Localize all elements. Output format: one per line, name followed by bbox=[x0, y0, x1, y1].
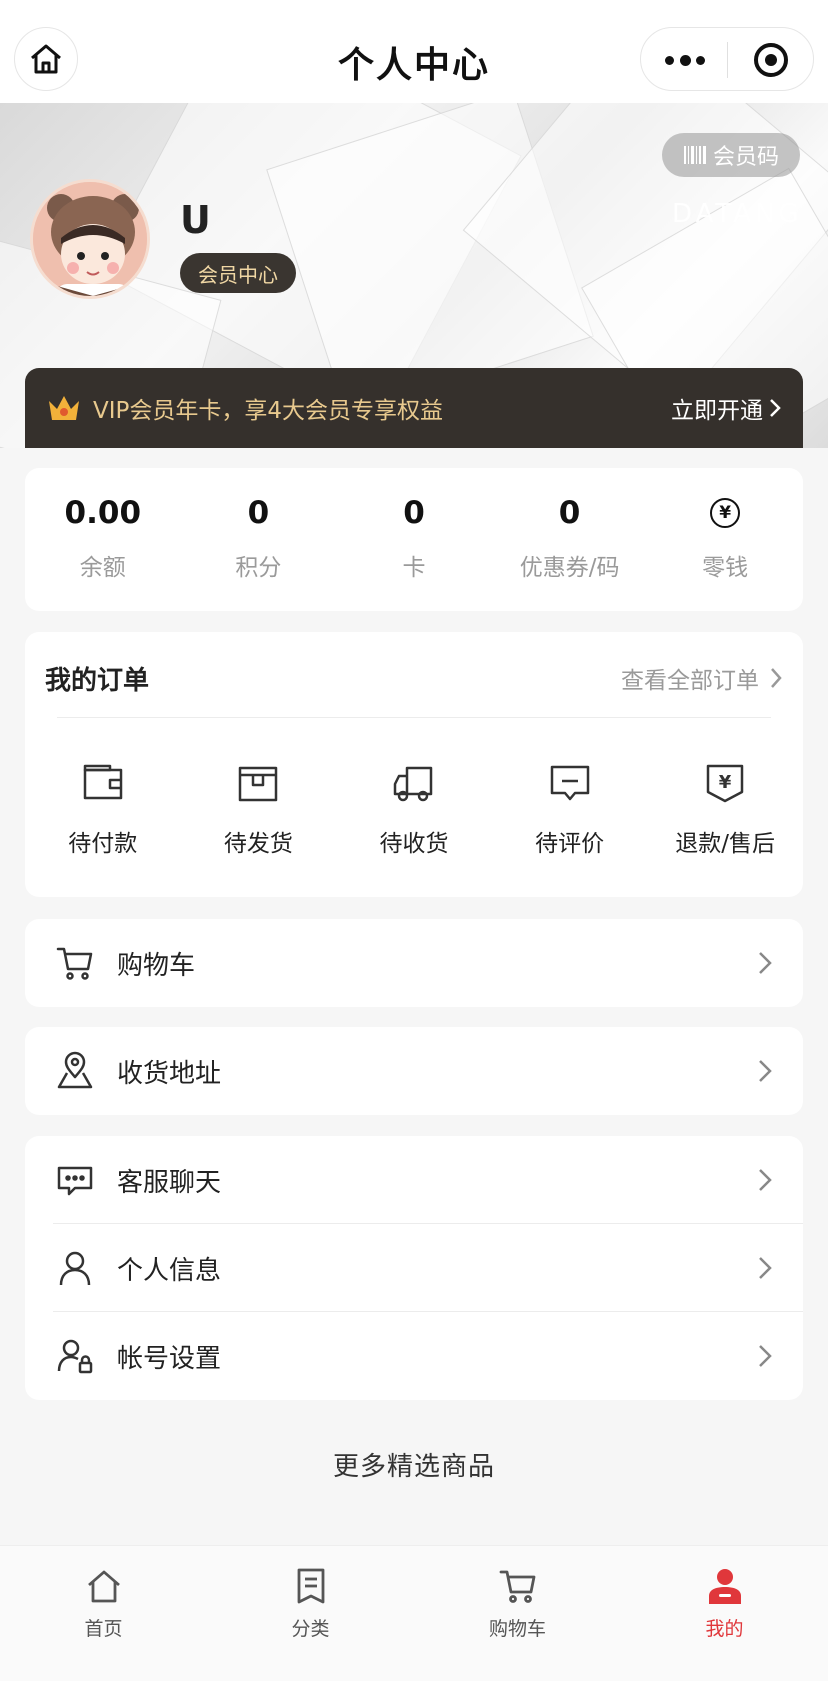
tab-category[interactable]: 分类 bbox=[207, 1546, 414, 1681]
tab-label: 我的 bbox=[705, 1618, 744, 1640]
menu-label: 个人信息 bbox=[117, 1255, 222, 1286]
barcode-icon bbox=[683, 146, 706, 164]
crown-icon bbox=[49, 396, 79, 420]
settings-card: 客服聊天 个人信息 帐号设置 bbox=[25, 1136, 803, 1400]
stat-label: 余额 bbox=[79, 555, 126, 581]
tab-cart[interactable]: 购物车 bbox=[414, 1546, 621, 1681]
cart-card: 购物车 bbox=[25, 919, 803, 1007]
more-goods-heading: 更多精选商品 bbox=[332, 1452, 495, 1482]
stat-label: 卡 bbox=[402, 555, 426, 581]
member-center-badge[interactable]: 会员中心 bbox=[180, 253, 296, 293]
svg-text:¥: ¥ bbox=[719, 772, 732, 793]
tab-bar: 首页 分类 购物车 我的 bbox=[0, 1545, 828, 1681]
menu-item-cart[interactable]: 购物车 bbox=[25, 919, 803, 1007]
chat-icon bbox=[57, 1166, 93, 1196]
order-refund[interactable]: ¥ 退款/售后 bbox=[647, 760, 803, 858]
order-pending-review[interactable]: 待评价 bbox=[492, 760, 648, 858]
member-code-button[interactable]: 会员码 bbox=[662, 133, 800, 177]
order-label: 待付款 bbox=[68, 831, 138, 857]
category-icon bbox=[297, 1568, 324, 1604]
stat-value: 0 bbox=[558, 495, 581, 531]
tab-label: 购物车 bbox=[488, 1618, 546, 1640]
truck-icon bbox=[393, 766, 433, 802]
more-dots-icon[interactable] bbox=[665, 50, 705, 70]
stat-label: 优惠券/码 bbox=[519, 555, 620, 581]
box-icon bbox=[239, 766, 278, 802]
chevron-right-icon bbox=[771, 668, 782, 688]
stat-value: ¥ bbox=[710, 494, 741, 532]
chevron-right-icon bbox=[759, 1169, 772, 1191]
chevron-right-icon bbox=[770, 399, 781, 417]
user-icon bbox=[59, 1251, 91, 1286]
stat-label: 积分 bbox=[235, 555, 282, 581]
assets-card: 0.00 余额 0 积分 0 卡 0 优惠券/码 ¥ 零钱 bbox=[25, 468, 803, 611]
divider bbox=[57, 717, 771, 718]
comment-icon bbox=[550, 765, 589, 801]
menu-item-profile[interactable]: 个人信息 bbox=[25, 1224, 803, 1312]
capsule-divider bbox=[727, 42, 728, 78]
orders-title: 我的订单 bbox=[45, 665, 150, 696]
stat-coupons[interactable]: 0 优惠券/码 bbox=[492, 468, 648, 611]
wallet-icon bbox=[83, 764, 123, 800]
view-all-orders-label: 查看全部订单 bbox=[621, 668, 759, 694]
refund-icon: ¥ bbox=[706, 764, 744, 803]
menu-label: 购物车 bbox=[117, 950, 196, 981]
menu-label: 客服聊天 bbox=[117, 1167, 222, 1198]
tab-label: 分类 bbox=[291, 1618, 330, 1640]
menu-item-account[interactable]: 帐号设置 bbox=[25, 1312, 803, 1400]
title-bar: 个人中心 bbox=[0, 0, 828, 103]
order-pending-receipt[interactable]: 待收货 bbox=[336, 760, 492, 858]
chevron-right-icon bbox=[759, 952, 772, 974]
chevron-right-icon bbox=[759, 1345, 772, 1367]
menu-item-service[interactable]: 客服聊天 bbox=[25, 1136, 803, 1224]
orders-header: 我的订单 查看全部订单 bbox=[45, 656, 783, 700]
tab-label: 首页 bbox=[84, 1618, 123, 1640]
cart-icon bbox=[56, 947, 93, 980]
stat-points[interactable]: 0 积分 bbox=[181, 468, 337, 611]
vip-activate-label: 立即开通 bbox=[671, 398, 763, 424]
home-icon bbox=[87, 1570, 120, 1603]
stat-value: 0 bbox=[247, 495, 270, 531]
tab-mine[interactable]: 我的 bbox=[621, 1546, 828, 1681]
vip-promo-bar[interactable]: VIP会员年卡，享4大会员专享权益 立即开通 bbox=[25, 368, 803, 448]
menu-label: 帐号设置 bbox=[117, 1343, 222, 1374]
brand-watermark: DATANG bbox=[672, 199, 803, 229]
menu-item-address[interactable]: 收货地址 bbox=[25, 1027, 803, 1115]
tab-home[interactable]: 首页 bbox=[0, 1546, 207, 1681]
order-label: 退款/售后 bbox=[675, 831, 776, 857]
vip-activate-link[interactable]: 立即开通 bbox=[671, 391, 781, 425]
stat-change[interactable]: ¥ 零钱 bbox=[647, 468, 803, 611]
close-target-icon[interactable] bbox=[754, 43, 788, 77]
stat-value: 0 bbox=[403, 495, 425, 531]
user-lock-icon bbox=[57, 1339, 93, 1374]
order-label: 待收货 bbox=[379, 831, 449, 857]
chevron-right-icon bbox=[759, 1060, 772, 1082]
user-icon bbox=[708, 1569, 741, 1604]
mini-program-capsule bbox=[640, 27, 814, 91]
avatar[interactable] bbox=[30, 179, 150, 299]
order-label: 待发货 bbox=[223, 831, 293, 857]
order-status-list: 待付款 待发货 待收货 待评价 ¥ 退款/售后 bbox=[25, 760, 803, 858]
order-pending-shipment[interactable]: 待发货 bbox=[181, 760, 337, 858]
username: U bbox=[180, 198, 211, 242]
profile-banner: 会员码 DATANG U 会员中心 VIP会员年卡，享4大会员专享权益 立即开通 bbox=[0, 103, 828, 448]
view-all-orders-link[interactable]: 查看全部订单 bbox=[621, 661, 783, 695]
stat-balance[interactable]: 0.00 余额 bbox=[25, 468, 181, 611]
cart-icon bbox=[499, 1570, 535, 1603]
stat-label: 零钱 bbox=[702, 555, 749, 581]
stat-cards[interactable]: 0 卡 bbox=[336, 468, 492, 611]
location-icon bbox=[57, 1051, 93, 1089]
order-pending-payment[interactable]: 待付款 bbox=[25, 760, 181, 858]
menu-label: 收货地址 bbox=[117, 1058, 222, 1089]
yen-icon: ¥ bbox=[710, 498, 741, 528]
vip-promo-text: VIP会员年卡，享4大会员专享权益 bbox=[93, 398, 444, 424]
member-code-label: 会员码 bbox=[712, 145, 779, 170]
address-card: 收货地址 bbox=[25, 1027, 803, 1115]
orders-card: 我的订单 查看全部订单 待付款 待发货 待收货 待评价 ¥ 退款/售后 bbox=[25, 632, 803, 897]
order-label: 待评价 bbox=[535, 831, 605, 857]
chevron-right-icon bbox=[759, 1257, 772, 1279]
stat-value: 0.00 bbox=[64, 495, 142, 531]
